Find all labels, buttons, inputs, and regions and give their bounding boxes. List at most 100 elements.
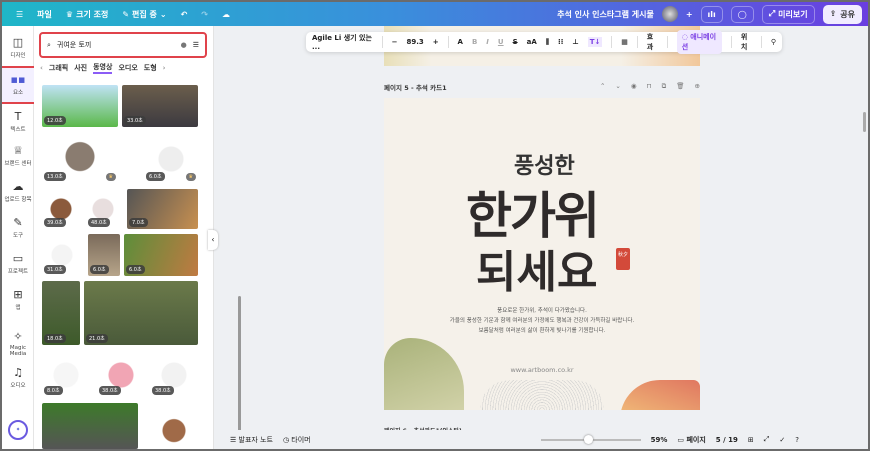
spacing-icon[interactable]: ⊥ xyxy=(572,38,578,46)
tab-audio[interactable]: 오디오 xyxy=(118,63,137,73)
decrease-size-icon[interactable]: − xyxy=(392,38,398,46)
scroll-left-icon[interactable]: ‹ xyxy=(40,64,43,72)
video-thumb[interactable]: 33.0초 xyxy=(122,85,198,127)
font-selector[interactable]: Agile Li 생기 있는 ... xyxy=(312,33,373,51)
preview-button[interactable]: ⤢ 미리보기 xyxy=(761,4,815,24)
add-collaborator-icon[interactable]: + xyxy=(686,10,693,19)
rail-brand[interactable]: ♕ 브랜드 센터 xyxy=(2,144,34,167)
video-thumb[interactable]: 6.0초 xyxy=(124,234,198,276)
duplicate-icon[interactable]: ⧉ xyxy=(662,82,667,92)
video-thumb[interactable]: 38.0초 xyxy=(97,353,145,397)
video-thumb[interactable]: 8.0초 xyxy=(42,353,90,397)
list-icon[interactable]: ⁞⁞ xyxy=(558,38,563,46)
magic-assistant-button[interactable]: ✦ xyxy=(2,420,34,440)
video-thumb[interactable]: 13.0초 ♛ xyxy=(42,135,118,183)
duration-badge: 6.0초 xyxy=(126,265,145,274)
tab-videos[interactable]: 동영상 xyxy=(93,62,113,74)
vertical-text-icon[interactable]: T↓ xyxy=(587,37,603,47)
rail-elements[interactable]: ▪▪ 요소 xyxy=(2,66,36,104)
page-title[interactable]: 페이지 5 - 추석 카드1 xyxy=(384,82,447,92)
fullscreen-icon[interactable]: ⤢ xyxy=(764,435,770,444)
video-thumb[interactable]: 18.0초 xyxy=(42,281,80,345)
redo-icon[interactable]: ↷ xyxy=(201,10,208,19)
font-size-input[interactable]: 89.3 xyxy=(407,38,424,46)
menu-icon[interactable]: ☰ xyxy=(16,10,23,19)
case-icon[interactable]: aA xyxy=(527,38,537,46)
video-thumb[interactable]: 48.0초 xyxy=(86,189,120,229)
bold-icon[interactable]: B xyxy=(472,38,477,46)
greeting-body[interactable]: 풍요로운 한가위, 추석이 다가왔습니다. 가을의 풍성한 기운과 함께 여러분… xyxy=(384,306,700,336)
upload-icon: ☁ xyxy=(12,180,24,193)
video-thumb[interactable]: 21.0초 xyxy=(84,281,198,345)
video-thumb[interactable]: 7.0초 xyxy=(127,189,198,229)
pages-button[interactable]: ▭ 페이지 xyxy=(677,435,705,445)
text-color-icon[interactable]: A xyxy=(458,38,463,46)
transparency-icon[interactable]: ▦ xyxy=(621,38,628,46)
video-thumb[interactable]: 39.0초 xyxy=(42,189,80,229)
video-thumb[interactable]: 6.0초 xyxy=(88,234,120,276)
cloud-save-icon[interactable]: ☁ xyxy=(222,10,230,19)
resize-button[interactable]: ♛ 크기 조정 xyxy=(66,9,108,20)
tab-shapes[interactable]: 도형 xyxy=(144,63,157,73)
design-canvas[interactable]: 풍성한 한가위 되세요 秋夕 풍요로운 한가위, 추석이 다가왔습니다. 가을의… xyxy=(384,98,700,410)
video-thumb[interactable]: 6.0초 ♛ xyxy=(144,135,198,183)
search-query[interactable]: 귀여운 토끼 xyxy=(57,40,175,50)
tab-graphics[interactable]: 그래픽 xyxy=(49,63,68,73)
document-title[interactable]: 추석 인사 인스타그램 게시물 xyxy=(557,9,654,20)
zoom-slider-knob[interactable] xyxy=(583,434,593,444)
rail-design[interactable]: ◫ 디자인 xyxy=(2,36,34,59)
rail-draw[interactable]: ✎ 도구 xyxy=(2,216,34,239)
align-icon[interactable]: ⫼ xyxy=(546,38,549,47)
animate-button[interactable]: ◌ 애니메이션 xyxy=(676,30,722,54)
italic-icon[interactable]: I xyxy=(486,38,489,46)
paint-format-icon[interactable]: ⚲ xyxy=(771,38,776,46)
delete-icon[interactable]: 🗑 xyxy=(676,82,684,92)
move-up-icon[interactable]: ⌃ xyxy=(600,82,605,92)
video-thumb[interactable]: 12.0초 xyxy=(42,85,118,127)
filter-icon[interactable]: ☰ xyxy=(193,41,199,49)
comment-icon[interactable]: ◯ xyxy=(730,5,754,23)
editing-mode-button[interactable]: ✎ 편집 중 ⌄ xyxy=(122,9,166,20)
lock-icon[interactable]: ⊓ xyxy=(647,82,652,92)
notes-button[interactable]: ☰ 발표자 노트 xyxy=(230,435,273,445)
rail-projects[interactable]: ▭ 프로젝트 xyxy=(2,252,34,275)
collapse-panel-button[interactable]: ‹ xyxy=(208,230,218,250)
rail-magic-media[interactable]: ✧ Magic Media xyxy=(2,330,34,357)
video-thumb[interactable] xyxy=(154,403,194,449)
insights-icon[interactable]: ılı xyxy=(700,5,723,23)
zoom-level[interactable]: 59% xyxy=(651,436,668,444)
move-down-icon[interactable]: ⌄ xyxy=(615,82,620,92)
check-icon[interactable]: ✓ xyxy=(779,436,785,444)
scroll-right-icon[interactable]: › xyxy=(163,64,166,72)
avatar[interactable] xyxy=(661,6,678,22)
add-page-icon[interactable]: ⊕ xyxy=(695,82,700,92)
title-line3[interactable]: 되세요 xyxy=(476,236,597,300)
video-thumb[interactable]: 31.0초 xyxy=(42,234,82,276)
video-thumb[interactable]: 38.0초 xyxy=(150,353,198,397)
rail-audio[interactable]: ♫ 오디오 xyxy=(2,366,34,389)
panel-scrollbar[interactable] xyxy=(238,296,241,436)
increase-size-icon[interactable]: + xyxy=(433,38,439,46)
clear-icon[interactable]: ● xyxy=(181,41,187,49)
undo-icon[interactable]: ↶ xyxy=(181,10,188,19)
zoom-slider[interactable] xyxy=(540,434,641,444)
grid-view-icon[interactable]: ⊞ xyxy=(748,436,754,444)
underline-icon[interactable]: U xyxy=(498,38,504,46)
duration-badge: 18.0초 xyxy=(44,334,66,343)
help-icon[interactable]: ? xyxy=(795,436,799,444)
timer-button[interactable]: ◷ 타이머 xyxy=(283,435,311,445)
share-button[interactable]: ⇪ 공유 xyxy=(822,4,862,24)
position-button[interactable]: 위치 xyxy=(741,32,752,52)
rail-apps[interactable]: ⊞ 앱 xyxy=(2,288,34,311)
search-input[interactable]: ⌕ 귀여운 토끼 ● ☰ xyxy=(39,32,207,58)
tab-photos[interactable]: 사진 xyxy=(74,63,87,73)
rail-text[interactable]: T 텍스트 xyxy=(2,110,34,133)
hide-icon[interactable]: ◉ xyxy=(631,82,637,92)
rail-uploads[interactable]: ☁ 업로드 항목 xyxy=(2,180,34,203)
strikethrough-icon[interactable]: S xyxy=(513,38,518,46)
website-url[interactable]: www.artboom.co.kr xyxy=(384,366,700,374)
file-menu[interactable]: 파일 xyxy=(37,9,52,20)
canvas-scrollbar[interactable] xyxy=(863,112,866,132)
video-thumb[interactable] xyxy=(42,403,138,449)
effects-button[interactable]: 효과 xyxy=(647,32,658,52)
